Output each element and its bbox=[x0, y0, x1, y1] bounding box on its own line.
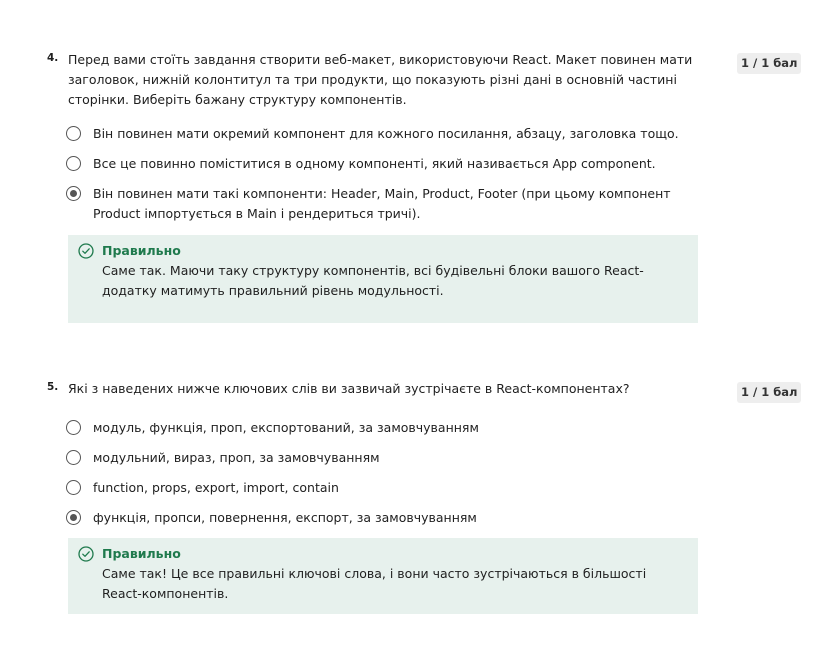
answer-option-label: function, props, export, import, contain bbox=[93, 480, 339, 495]
question-number: 5. bbox=[47, 381, 59, 393]
radio-button[interactable] bbox=[66, 156, 81, 171]
question-text: Які з наведених нижче ключових слів ви з… bbox=[68, 381, 630, 396]
score-badge: 1 / 1 бал bbox=[737, 382, 802, 403]
answer-option-label: функція, пропси, повернення, експорт, за… bbox=[93, 510, 477, 525]
feedback-panel: Правильно Саме так! Це все правильні клю… bbox=[68, 538, 698, 614]
radio-button[interactable] bbox=[66, 480, 81, 495]
answer-option-label: Все це повинно поміститися в одному комп… bbox=[93, 156, 656, 171]
answer-option-label: модуль, функція, проп, експортований, за… bbox=[93, 420, 479, 435]
radio-button-checked[interactable] bbox=[66, 510, 81, 525]
answer-option-label: модульний, вираз, проп, за замовчуванням bbox=[93, 450, 380, 465]
radio-button[interactable] bbox=[66, 126, 81, 141]
feedback-title: Правильно bbox=[102, 546, 181, 561]
feedback-text: Саме так! Це все правильні ключові слова… bbox=[102, 566, 647, 601]
question-text: Перед вами стоїть завдання створити веб-… bbox=[68, 52, 693, 107]
answer-option-label: Він повинен мати такі компоненти: Header… bbox=[93, 186, 671, 221]
answer-option-label: Він повинен мати окремий компонент для к… bbox=[93, 126, 679, 141]
radio-button[interactable] bbox=[66, 450, 81, 465]
feedback-title: Правильно bbox=[102, 243, 181, 258]
score-badge: 1 / 1 бал bbox=[737, 53, 802, 74]
feedback-panel: Правильно Саме так. Маючи таку структуру… bbox=[68, 235, 698, 323]
check-circle-icon bbox=[78, 243, 94, 259]
radio-button[interactable] bbox=[66, 420, 81, 435]
feedback-text: Саме так. Маючи таку структуру компонент… bbox=[102, 263, 644, 298]
radio-button-checked[interactable] bbox=[66, 186, 81, 201]
question-number: 4. bbox=[47, 52, 59, 64]
check-circle-icon bbox=[78, 546, 94, 562]
